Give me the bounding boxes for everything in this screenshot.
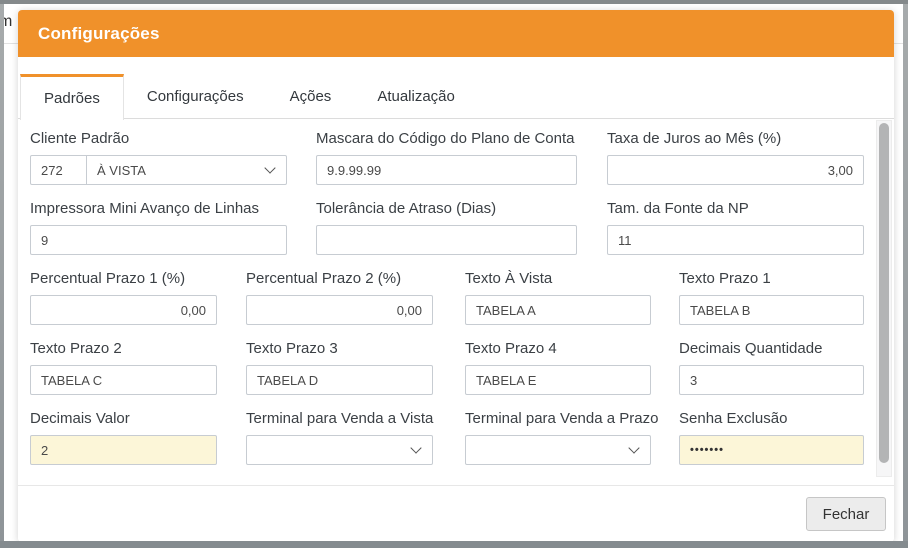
field-decimais-valor: Decimais Valor	[30, 410, 217, 465]
modal-title: Configurações	[38, 24, 160, 44]
chevron-down-icon	[410, 442, 421, 453]
chevron-down-icon	[628, 442, 639, 453]
texto-prazo1-input[interactable]	[679, 295, 864, 325]
field-texto-vista: Texto À Vista	[465, 270, 651, 325]
window-border-bottom	[0, 541, 908, 548]
field-senha-exclusao: Senha Exclusão	[679, 410, 864, 465]
terminal-prazo-label: Terminal para Venda a Prazo	[465, 410, 651, 427]
perc-prazo1-input[interactable]	[30, 295, 217, 325]
tolerancia-label: Tolerância de Atraso (Dias)	[316, 200, 577, 217]
perc-prazo2-input[interactable]	[246, 295, 433, 325]
cliente-padrao-select[interactable]: À VISTA	[86, 155, 287, 185]
tolerancia-input[interactable]	[316, 225, 577, 255]
decimais-qtd-input[interactable]	[679, 365, 864, 395]
field-fonte-np: Tam. da Fonte da NP	[607, 200, 864, 255]
decimais-valor-input[interactable]	[30, 435, 217, 465]
tab-atualizacao[interactable]: Atualização	[354, 74, 478, 118]
perc-prazo2-label: Percentual Prazo 2 (%)	[246, 270, 433, 287]
taxa-juros-input[interactable]	[607, 155, 864, 185]
scrollbar-thumb[interactable]	[879, 123, 889, 463]
taxa-juros-label: Taxa de Juros ao Mês (%)	[607, 130, 864, 147]
fonte-np-input[interactable]	[607, 225, 864, 255]
tab-padroes[interactable]: Padrões	[20, 74, 124, 120]
impressora-label: Impressora Mini Avanço de Linhas	[30, 200, 287, 217]
field-decimais-qtd: Decimais Quantidade	[679, 340, 864, 395]
mascara-input[interactable]	[316, 155, 577, 185]
texto-prazo2-input[interactable]	[30, 365, 217, 395]
texto-prazo2-label: Texto Prazo 2	[30, 340, 217, 357]
modal-footer: Fechar	[18, 485, 894, 541]
decimais-qtd-label: Decimais Quantidade	[679, 340, 864, 357]
field-texto-prazo4: Texto Prazo 4	[465, 340, 651, 395]
tab-configuracoes[interactable]: Configurações	[124, 74, 267, 118]
field-texto-prazo1: Texto Prazo 1	[679, 270, 864, 325]
fonte-np-label: Tam. da Fonte da NP	[607, 200, 864, 217]
background-text-fragment: m	[4, 13, 12, 31]
field-texto-prazo2: Texto Prazo 2	[30, 340, 217, 395]
texto-vista-label: Texto À Vista	[465, 270, 651, 287]
configuracoes-modal: Configurações Padrões Configurações Açõe…	[18, 10, 894, 541]
senha-exclusao-label: Senha Exclusão	[679, 410, 864, 427]
texto-prazo3-label: Texto Prazo 3	[246, 340, 433, 357]
tab-bar: Padrões Configurações Ações Atualização	[18, 74, 894, 119]
perc-prazo1-label: Percentual Prazo 1 (%)	[30, 270, 217, 287]
texto-prazo1-label: Texto Prazo 1	[679, 270, 864, 287]
cliente-padrao-code-input[interactable]	[30, 155, 87, 185]
field-tolerancia: Tolerância de Atraso (Dias)	[316, 200, 577, 255]
tab-content: Cliente Padrão À VISTA Mascara do Código…	[18, 120, 894, 485]
mascara-label: Mascara do Código do Plano de Conta	[316, 130, 577, 147]
field-terminal-vista: Terminal para Venda a Vista	[246, 410, 433, 465]
cliente-padrao-label: Cliente Padrão	[30, 130, 287, 147]
senha-exclusao-input[interactable]	[679, 435, 864, 465]
field-impressora: Impressora Mini Avanço de Linhas	[30, 200, 287, 255]
terminal-vista-select[interactable]	[246, 435, 433, 465]
impressora-input[interactable]	[30, 225, 287, 255]
field-taxa-juros: Taxa de Juros ao Mês (%)	[607, 130, 864, 185]
field-texto-prazo3: Texto Prazo 3	[246, 340, 433, 395]
field-mascara: Mascara do Código do Plano de Conta	[316, 130, 577, 185]
field-perc-prazo2: Percentual Prazo 2 (%)	[246, 270, 433, 325]
terminal-vista-label: Terminal para Venda a Vista	[246, 410, 433, 427]
terminal-prazo-select[interactable]	[465, 435, 651, 465]
scrollbar[interactable]	[876, 120, 892, 477]
fechar-button[interactable]: Fechar	[806, 497, 886, 531]
field-terminal-prazo: Terminal para Venda a Prazo	[465, 410, 651, 465]
texto-prazo3-input[interactable]	[246, 365, 433, 395]
modal-header: Configurações	[18, 10, 894, 57]
field-cliente-padrao: Cliente Padrão À VISTA	[30, 130, 287, 185]
field-perc-prazo1: Percentual Prazo 1 (%)	[30, 270, 217, 325]
cliente-padrao-selected-value: À VISTA	[97, 163, 146, 178]
tab-acoes[interactable]: Ações	[267, 74, 355, 118]
chevron-down-icon	[264, 162, 275, 173]
screenshot-frame: m Configurações Padrões Configurações Aç…	[0, 0, 908, 548]
texto-prazo4-label: Texto Prazo 4	[465, 340, 651, 357]
texto-vista-input[interactable]	[465, 295, 651, 325]
texto-prazo4-input[interactable]	[465, 365, 651, 395]
decimais-valor-label: Decimais Valor	[30, 410, 217, 427]
background-page: m Configurações Padrões Configurações Aç…	[4, 4, 903, 541]
